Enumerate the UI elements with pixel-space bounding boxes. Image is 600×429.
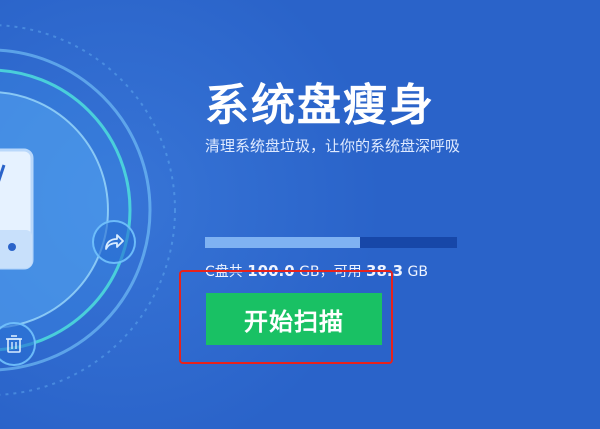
share-button[interactable] xyxy=(92,220,136,264)
trash-icon xyxy=(6,335,22,353)
share-arrow-icon xyxy=(105,234,124,250)
disk-illustration xyxy=(0,24,176,396)
hard-disk-icon xyxy=(0,148,34,270)
start-scan-button[interactable]: 开始扫描 xyxy=(206,293,382,345)
disk-unit: GB xyxy=(407,264,428,280)
page-title: 系统盘瘦身 xyxy=(205,80,435,131)
disk-usage-bar xyxy=(205,237,457,248)
disk-usage-fill xyxy=(205,237,361,248)
page-subtitle: 清理系统盘垃圾，让你的系统盘深呼吸 xyxy=(205,137,461,155)
